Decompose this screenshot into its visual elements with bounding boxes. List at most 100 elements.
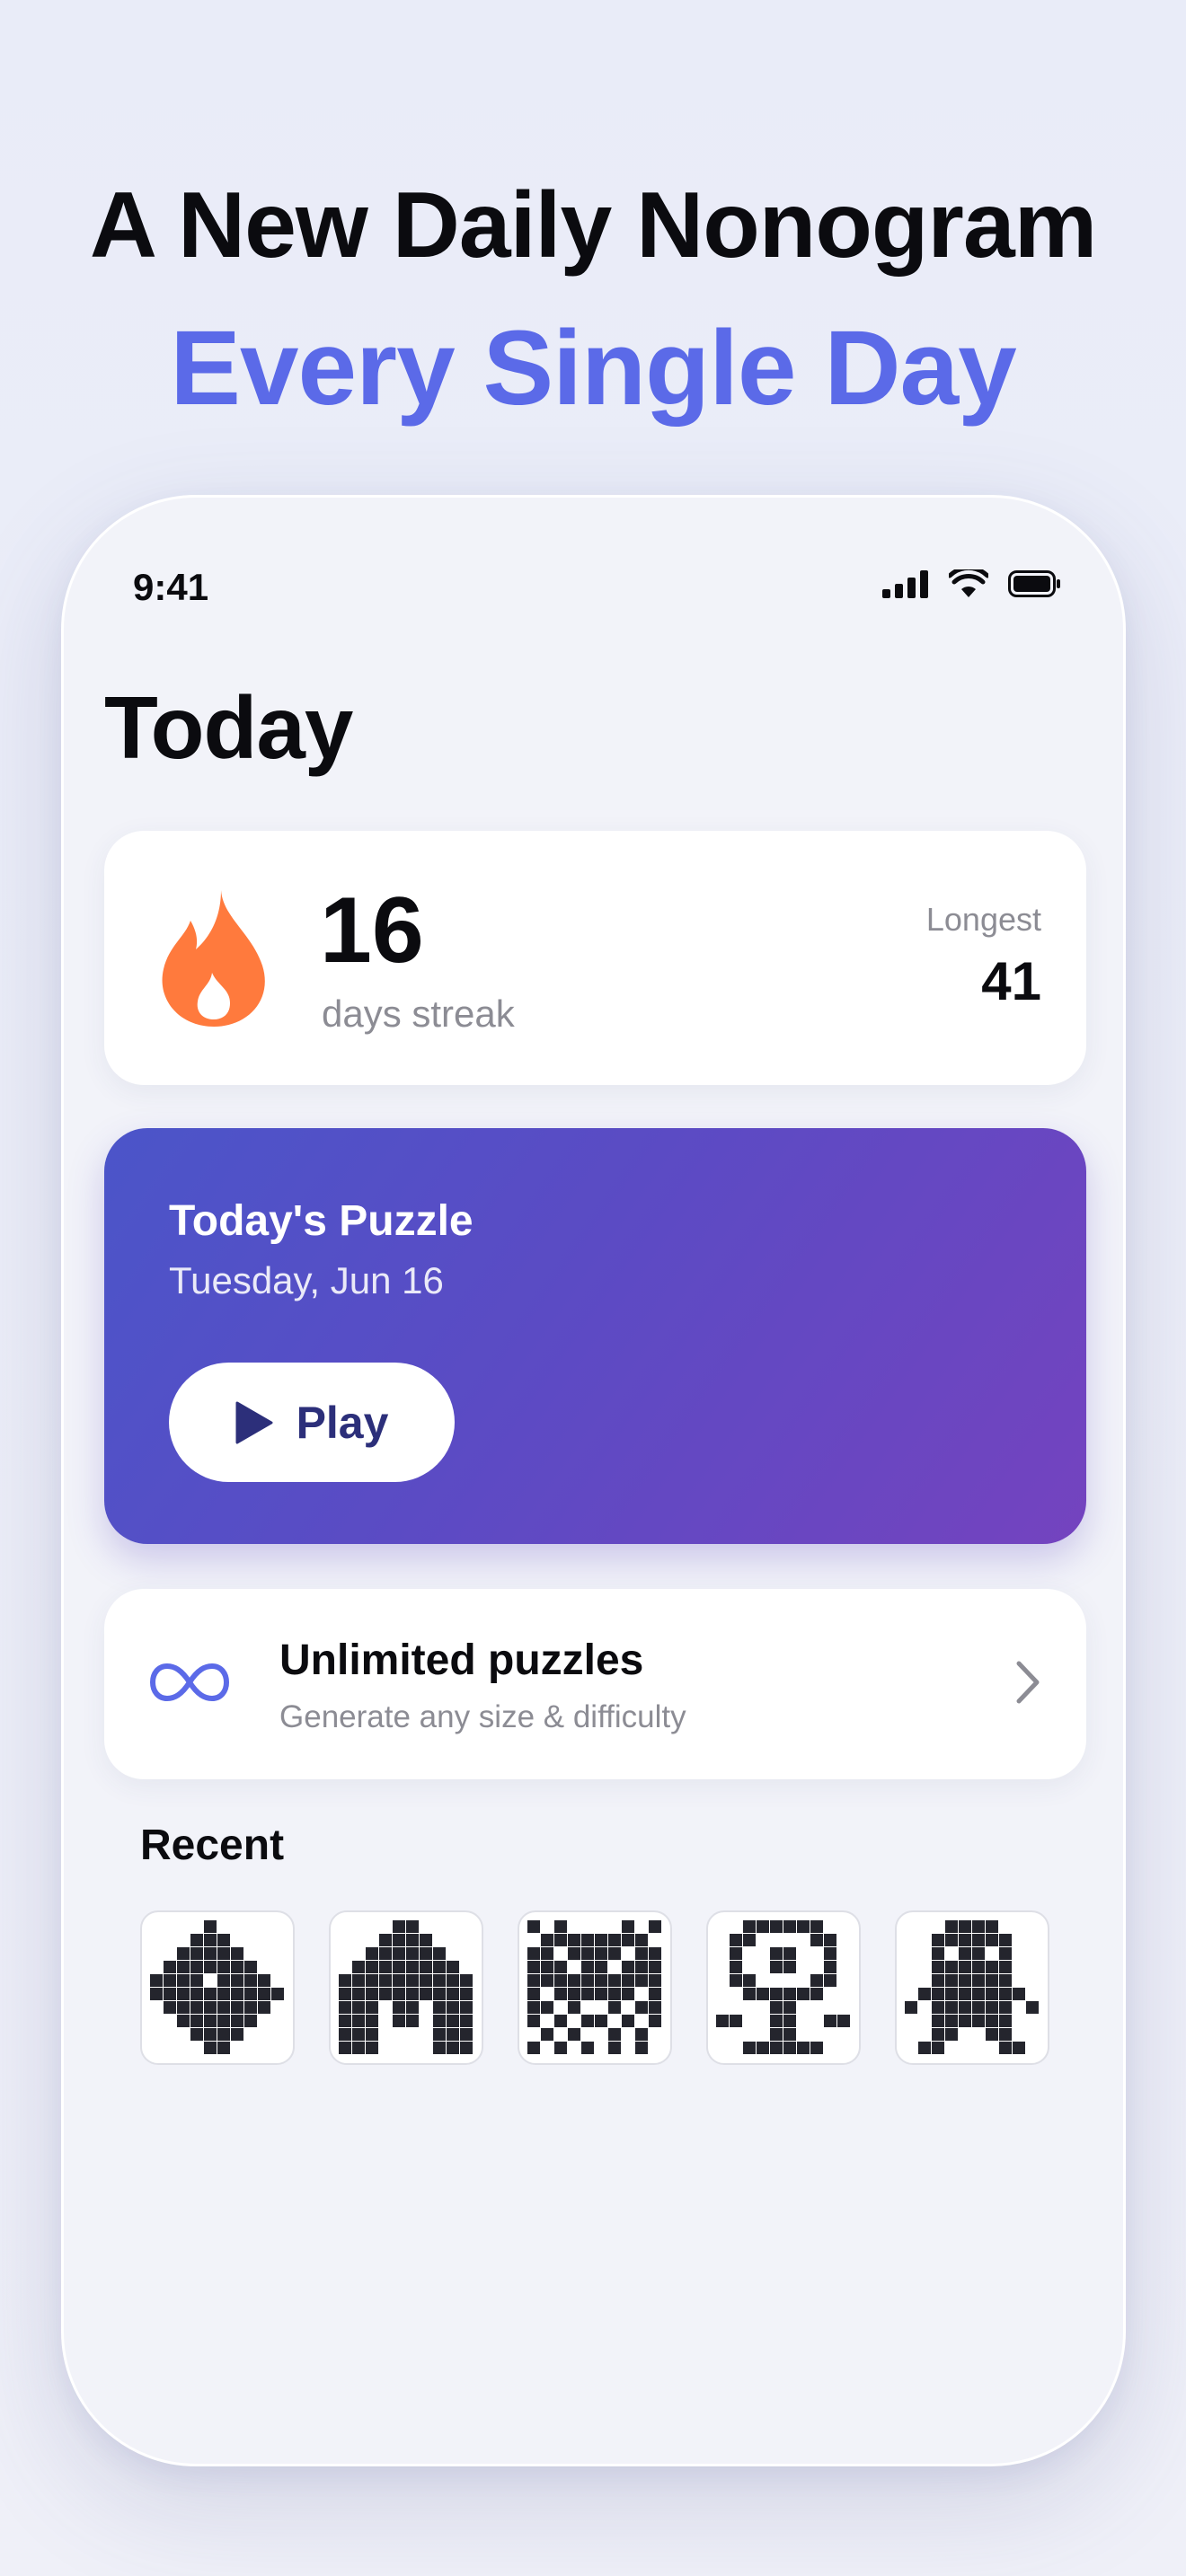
- filled-cell: [595, 1961, 607, 1973]
- filled-cell: [217, 1961, 230, 1973]
- filled-cell: [541, 1934, 553, 1946]
- filled-cell: [447, 2042, 459, 2054]
- filled-cell: [554, 1974, 567, 1987]
- filled-cell: [1026, 2001, 1039, 2014]
- filled-cell: [770, 2001, 783, 2014]
- filled-cell: [999, 2042, 1012, 2054]
- recent-puzzle-invader[interactable]: [518, 1910, 672, 2065]
- play-button-label: Play: [296, 1397, 389, 1448]
- filled-cell: [622, 1934, 634, 1946]
- longest-streak-value: 41: [981, 951, 1041, 1011]
- filled-cell: [608, 1974, 621, 1987]
- filled-cell: [824, 1974, 836, 1987]
- unlimited-puzzles-row[interactable]: Unlimited puzzles Generate any size & di…: [104, 1589, 1086, 1779]
- filled-cell: [204, 2015, 217, 2027]
- recent-puzzle-robot[interactable]: [895, 1910, 1049, 2065]
- filled-cell: [231, 2028, 243, 2041]
- filled-cell: [527, 1920, 540, 1933]
- filled-cell: [649, 2001, 661, 2014]
- streak-count: 16: [320, 878, 424, 983]
- filled-cell: [231, 1947, 243, 1960]
- filled-cell: [339, 2015, 351, 2027]
- filled-cell: [959, 1988, 971, 2000]
- filled-cell: [757, 1988, 769, 2000]
- recent-puzzle-flower[interactable]: [706, 1910, 861, 2065]
- recent-puzzle-fish[interactable]: [140, 1910, 295, 2065]
- filled-cell: [406, 1920, 419, 1933]
- filled-cell: [608, 2042, 621, 2054]
- filled-cell: [217, 1947, 230, 1960]
- filled-cell: [460, 2028, 473, 2041]
- filled-cell: [959, 1974, 971, 1987]
- filled-cell: [837, 2015, 850, 2027]
- phone-frame: 9:41 Today 16 days streak Longest 41 Tod…: [61, 495, 1126, 2466]
- filled-cell: [972, 1961, 985, 1973]
- filled-cell: [810, 1934, 823, 1946]
- filled-cell: [999, 2001, 1012, 2014]
- todays-puzzle-card[interactable]: Today's Puzzle Tuesday, Jun 16 Play: [104, 1128, 1086, 1544]
- filled-cell: [783, 1961, 796, 1973]
- filled-cell: [797, 1988, 810, 2000]
- unlimited-puzzles-title: Unlimited puzzles: [279, 1636, 644, 1684]
- filled-cell: [945, 2015, 958, 2027]
- filled-cell: [231, 1974, 243, 1987]
- filled-cell: [581, 1947, 594, 1960]
- filled-cell: [1013, 1988, 1025, 2000]
- filled-cell: [339, 2001, 351, 2014]
- filled-cell: [568, 1988, 580, 2000]
- filled-cell: [568, 2001, 580, 2014]
- filled-cell: [164, 1974, 176, 1987]
- filled-cell: [433, 2042, 446, 2054]
- filled-cell: [258, 1988, 270, 2000]
- recent-section-title: Recent: [140, 1822, 285, 1869]
- recent-puzzle-flower-grid: [716, 1920, 850, 2054]
- filled-cell: [177, 1974, 190, 1987]
- filled-cell: [433, 1961, 446, 1973]
- filled-cell: [783, 1947, 796, 1960]
- filled-cell: [379, 1934, 392, 1946]
- filled-cell: [447, 2015, 459, 2027]
- filled-cell: [986, 1961, 998, 1973]
- filled-cell: [999, 1934, 1012, 1946]
- filled-cell: [595, 2015, 607, 2027]
- filled-cell: [986, 1934, 998, 1946]
- play-icon: [235, 1401, 273, 1443]
- filled-cell: [379, 1988, 392, 2000]
- filled-cell: [204, 2028, 217, 2041]
- filled-cell: [905, 2001, 917, 2014]
- filled-cell: [999, 1974, 1012, 1987]
- filled-cell: [433, 1974, 446, 1987]
- filled-cell: [986, 2028, 998, 2041]
- filled-cell: [945, 2001, 958, 2014]
- filled-cell: [568, 1934, 580, 1946]
- filled-cell: [527, 1947, 540, 1960]
- filled-cell: [945, 1961, 958, 1973]
- filled-cell: [824, 2015, 836, 2027]
- filled-cell: [945, 1934, 958, 1946]
- filled-cell: [986, 1988, 998, 2000]
- filled-cell: [244, 2001, 257, 2014]
- filled-cell: [972, 1947, 985, 1960]
- filled-cell: [527, 2042, 540, 2054]
- filled-cell: [339, 1974, 351, 1987]
- filled-cell: [231, 2001, 243, 2014]
- filled-cell: [231, 1988, 243, 2000]
- filled-cell: [190, 2015, 203, 2027]
- filled-cell: [217, 1988, 230, 2000]
- filled-cell: [366, 2042, 378, 2054]
- play-button[interactable]: Play: [169, 1363, 455, 1482]
- filled-cell: [541, 2028, 553, 2041]
- filled-cell: [393, 1974, 405, 1987]
- filled-cell: [541, 2001, 553, 2014]
- filled-cell: [406, 1974, 419, 1987]
- filled-cell: [810, 1974, 823, 1987]
- filled-cell: [757, 1920, 769, 1933]
- filled-cell: [622, 1988, 634, 2000]
- filled-cell: [770, 1920, 783, 1933]
- filled-cell: [554, 2042, 567, 2054]
- filled-cell: [581, 1934, 594, 1946]
- filled-cell: [972, 2015, 985, 2027]
- filled-cell: [649, 1947, 661, 1960]
- filled-cell: [406, 2001, 419, 2014]
- recent-puzzle-house[interactable]: [329, 1910, 483, 2065]
